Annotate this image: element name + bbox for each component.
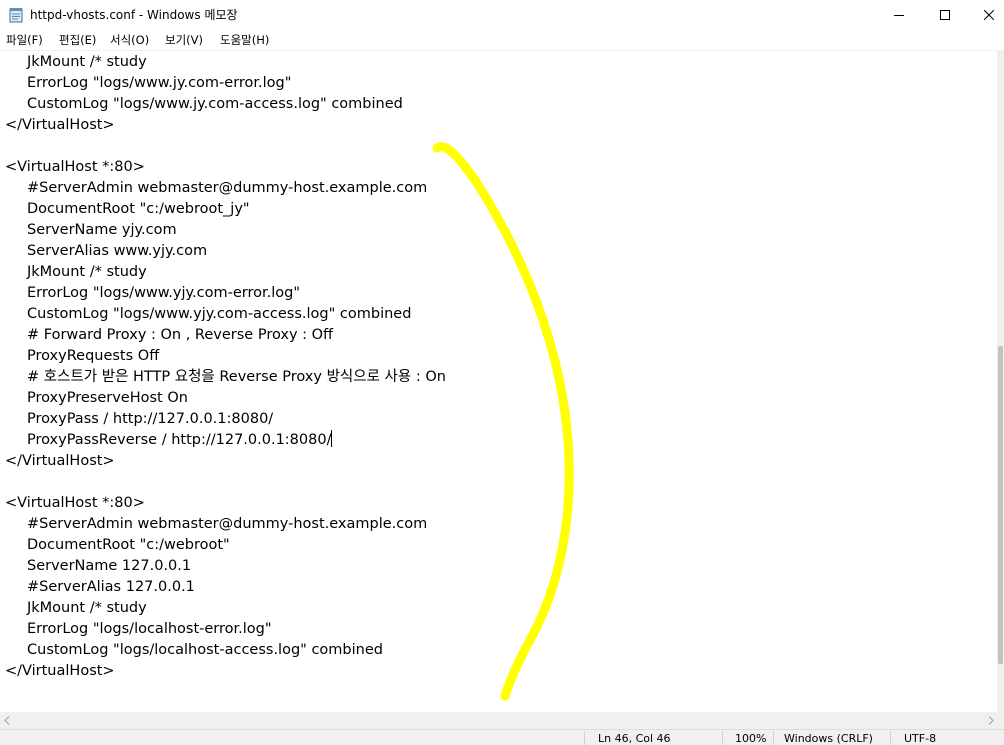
- text-line-content: #ServerAdmin webmaster@dummy-host.exampl…: [27, 516, 428, 532]
- text-line-content: ProxyPreserveHost On: [27, 390, 188, 406]
- text-line[interactable]: ProxyPreserveHost On: [27, 388, 188, 409]
- text-line-content: ProxyPassReverse / http://127.0.0.1:8080…: [27, 432, 332, 448]
- text-line-content: ErrorLog "logs/localhost-error.log": [27, 621, 272, 637]
- scroll-right-icon[interactable]: [987, 716, 995, 725]
- text-line[interactable]: </VirtualHost>: [5, 115, 115, 136]
- text-line[interactable]: CustomLog "logs/www.yjy.com-access.log" …: [27, 304, 411, 325]
- text-line-content: DocumentRoot "c:/webroot_jy": [27, 201, 250, 217]
- text-line-content: CustomLog "logs/www.jy.com-access.log" c…: [27, 96, 403, 112]
- text-line[interactable]: #ServerAdmin webmaster@dummy-host.exampl…: [27, 178, 427, 199]
- text-line-content: JkMount /* study: [27, 54, 147, 70]
- text-line[interactable]: <VirtualHost *:80>: [5, 493, 145, 514]
- close-button[interactable]: [966, 0, 1004, 30]
- text-line-content: <VirtualHost *:80>: [5, 495, 145, 511]
- text-line[interactable]: ProxyPassReverse / http://127.0.0.1:8080…: [27, 430, 333, 451]
- text-line-content: </VirtualHost>: [5, 117, 115, 133]
- text-line[interactable]: JkMount /* study: [27, 52, 147, 73]
- menu-file[interactable]: 파일(F): [5, 32, 44, 48]
- text-line[interactable]: ProxyRequests Off: [27, 346, 159, 367]
- text-line-content: <VirtualHost *:80>: [5, 159, 145, 175]
- status-divider: [584, 731, 585, 745]
- text-line[interactable]: ErrorLog "logs/www.jy.com-error.log": [27, 73, 291, 94]
- menu-bar: 파일(F) 편집(E) 서식(O) 보기(V) 도움말(H): [0, 30, 1004, 50]
- text-line[interactable]: # 호스트가 받은 HTTP 요청을 Reverse Proxy 방식으로 사용…: [27, 367, 446, 388]
- menu-help[interactable]: 도움말(H): [219, 32, 270, 48]
- horizontal-scrollbar[interactable]: [0, 712, 1004, 729]
- text-line[interactable]: # Forward Proxy : On , Reverse Proxy : O…: [27, 325, 333, 346]
- text-line[interactable]: ServerName 127.0.0.1: [27, 556, 191, 577]
- text-line-content: #ServerAlias 127.0.0.1: [27, 579, 195, 595]
- text-line[interactable]: ServerAlias www.yjy.com: [27, 241, 207, 262]
- text-line[interactable]: </VirtualHost>: [5, 661, 115, 682]
- text-line[interactable]: </VirtualHost>: [5, 451, 115, 472]
- text-line[interactable]: DocumentRoot "c:/webroot_jy": [27, 199, 250, 220]
- text-line-content: CustomLog "logs/localhost-access.log" co…: [27, 642, 383, 658]
- status-divider: [722, 731, 723, 745]
- text-line-content: ServerName yjy.com: [27, 222, 177, 238]
- text-line-content: JkMount /* study: [27, 264, 147, 280]
- zoom-level: 100%: [735, 732, 767, 745]
- encoding: UTF-8: [904, 732, 937, 745]
- text-line[interactable]: ErrorLog "logs/www.yjy.com-error.log": [27, 283, 300, 304]
- status-divider: [890, 731, 891, 745]
- cursor-position: Ln 46, Col 46: [598, 732, 671, 745]
- window-title: httpd-vhosts.conf - Windows 메모장: [30, 8, 238, 22]
- vertical-scrollbar[interactable]: [997, 50, 1004, 712]
- text-line-content: CustomLog "logs/www.yjy.com-access.log" …: [27, 306, 412, 322]
- close-icon: [984, 10, 994, 20]
- text-line-content: # Forward Proxy : On , Reverse Proxy : O…: [27, 327, 334, 343]
- minimize-icon: [894, 15, 904, 16]
- menu-view[interactable]: 보기(V): [164, 32, 204, 48]
- scroll-left-icon[interactable]: [3, 716, 11, 725]
- text-line-content: # 호스트가 받은 HTTP 요청을 Reverse Proxy 방식으로 사용…: [27, 369, 446, 385]
- text-line[interactable]: #ServerAdmin webmaster@dummy-host.exampl…: [27, 514, 427, 535]
- text-line-content: ProxyPass / http://127.0.0.1:8080/: [27, 411, 274, 427]
- text-line[interactable]: #ServerAlias 127.0.0.1: [27, 577, 195, 598]
- text-line-content: ErrorLog "logs/www.jy.com-error.log": [27, 75, 292, 91]
- text-line[interactable]: CustomLog "logs/localhost-access.log" co…: [27, 640, 383, 661]
- text-line[interactable]: ProxyPass / http://127.0.0.1:8080/: [27, 409, 273, 430]
- text-line-content: ServerAlias www.yjy.com: [27, 243, 208, 259]
- text-line-content: ServerName 127.0.0.1: [27, 558, 192, 574]
- status-divider: [773, 731, 774, 745]
- text-line[interactable]: <VirtualHost *:80>: [5, 157, 145, 178]
- text-caret: [331, 430, 333, 447]
- text-line[interactable]: ErrorLog "logs/localhost-error.log": [27, 619, 272, 640]
- text-line[interactable]: DocumentRoot "c:/webroot": [27, 535, 230, 556]
- line-ending: Windows (CRLF): [784, 732, 873, 745]
- minimize-button[interactable]: [876, 0, 922, 30]
- text-line-content: ProxyRequests Off: [27, 348, 160, 364]
- text-line[interactable]: JkMount /* study: [27, 262, 147, 283]
- text-line-content: ErrorLog "logs/www.yjy.com-error.log": [27, 285, 301, 301]
- maximize-icon: [940, 10, 950, 20]
- vertical-scroll-thumb[interactable]: [998, 346, 1003, 664]
- notepad-icon: [9, 7, 23, 23]
- status-bar: Ln 46, Col 46 100% Windows (CRLF) UTF-8: [0, 729, 1004, 745]
- text-line-content: </VirtualHost>: [5, 663, 115, 679]
- menu-format[interactable]: 서식(O): [109, 32, 150, 48]
- text-line-content: </VirtualHost>: [5, 453, 115, 469]
- menu-edit[interactable]: 편집(E): [58, 32, 97, 48]
- text-editor[interactable]: JkMount /* study ErrorLog "logs/www.jy.co…: [0, 50, 1004, 712]
- maximize-button[interactable]: [922, 0, 968, 30]
- text-line[interactable]: JkMount /* study: [27, 598, 147, 619]
- text-line[interactable]: CustomLog "logs/www.jy.com-access.log" c…: [27, 94, 403, 115]
- text-line-content: DocumentRoot "c:/webroot": [27, 537, 230, 553]
- title-bar[interactable]: httpd-vhosts.conf - Windows 메모장: [0, 0, 1004, 30]
- text-line-content: JkMount /* study: [27, 600, 147, 616]
- text-line[interactable]: ServerName yjy.com: [27, 220, 177, 241]
- text-line-content: #ServerAdmin webmaster@dummy-host.exampl…: [27, 180, 428, 196]
